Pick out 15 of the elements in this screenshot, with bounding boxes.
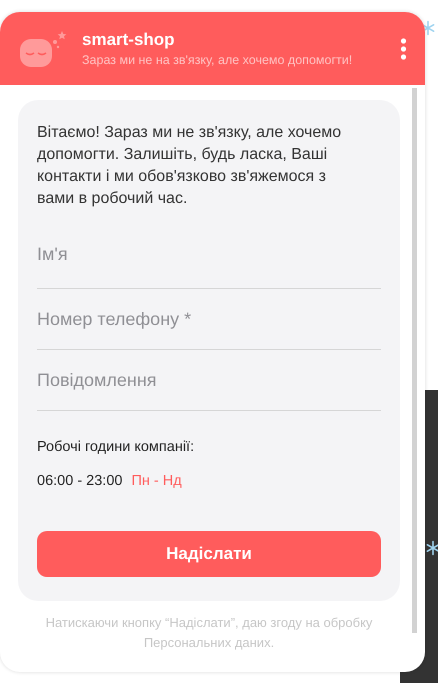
input-field[interactable]: Повідомлення (37, 350, 381, 411)
input-field[interactable]: Номер телефону * (37, 289, 381, 350)
input-field[interactable]: Ім'я (37, 210, 381, 289)
status-text: Зараз ми не на зв'язку, але хочемо допомогти! (82, 53, 354, 67)
shop-name: smart-shop (82, 30, 176, 50)
hours-label: Робочі години компанії: (37, 439, 196, 455)
snowflake-icon (425, 540, 438, 556)
hours-time: 06:00 - 23:00 (37, 473, 122, 489)
intro-text: Вітаємо! Зараз ми не зв'язку, але хочемо допомогти. Залишіть, будь ласка, Ваші контакти і ми обов'язково зв'яжемося з вами в робочий час. (37, 123, 342, 209)
submit-button[interactable]: Надіслати (37, 531, 381, 577)
sleeping-face-icon (18, 28, 68, 68)
scrollbar[interactable] (412, 88, 417, 633)
consent-text: Натискаючи кнопку “Надіслати”, даю згоду на обробку Персональних даних. (44, 614, 374, 652)
hours-days: Пн - Нд (131, 473, 182, 489)
more-menu-icon[interactable] (400, 38, 407, 60)
